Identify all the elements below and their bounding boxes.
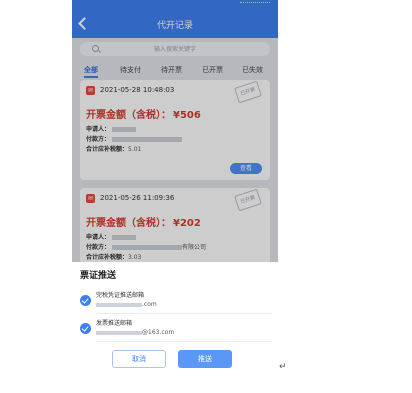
check-icon[interactable] — [80, 323, 91, 334]
invoice-email-option[interactable]: 发票推送邮箱 @163.com — [78, 316, 272, 342]
option-label: 发票推送邮箱 — [96, 320, 133, 327]
email-suffix: @163.com — [142, 329, 175, 336]
email-suffix: .com — [142, 301, 157, 308]
sheet-title: 票证推送 — [80, 271, 117, 281]
paragraph-mark-icon: ↵ — [279, 362, 287, 372]
option-email: .com — [96, 301, 157, 308]
cancel-button[interactable]: 取消 — [112, 350, 166, 368]
option-label: 完税凭证推送邮箱 — [96, 292, 145, 299]
check-icon[interactable] — [80, 295, 91, 306]
option-email: @163.com — [96, 329, 174, 336]
email-redacted — [96, 330, 142, 335]
tax-receipt-email-option[interactable]: 完税凭证推送邮箱 .com — [78, 288, 272, 314]
divider — [96, 313, 272, 314]
phone-screen: 代开记录 输入搜索关键字 全部 待支付 待开票 已开票 已失效 ✉ 2021-0… — [72, 0, 278, 372]
push-sheet: 票证推送 完税凭证推送邮箱 .com 发票推送邮箱 @163.com 取消 推送 — [72, 262, 278, 372]
divider — [96, 341, 272, 342]
push-button[interactable]: 推送 — [178, 350, 232, 368]
email-redacted — [96, 302, 142, 307]
